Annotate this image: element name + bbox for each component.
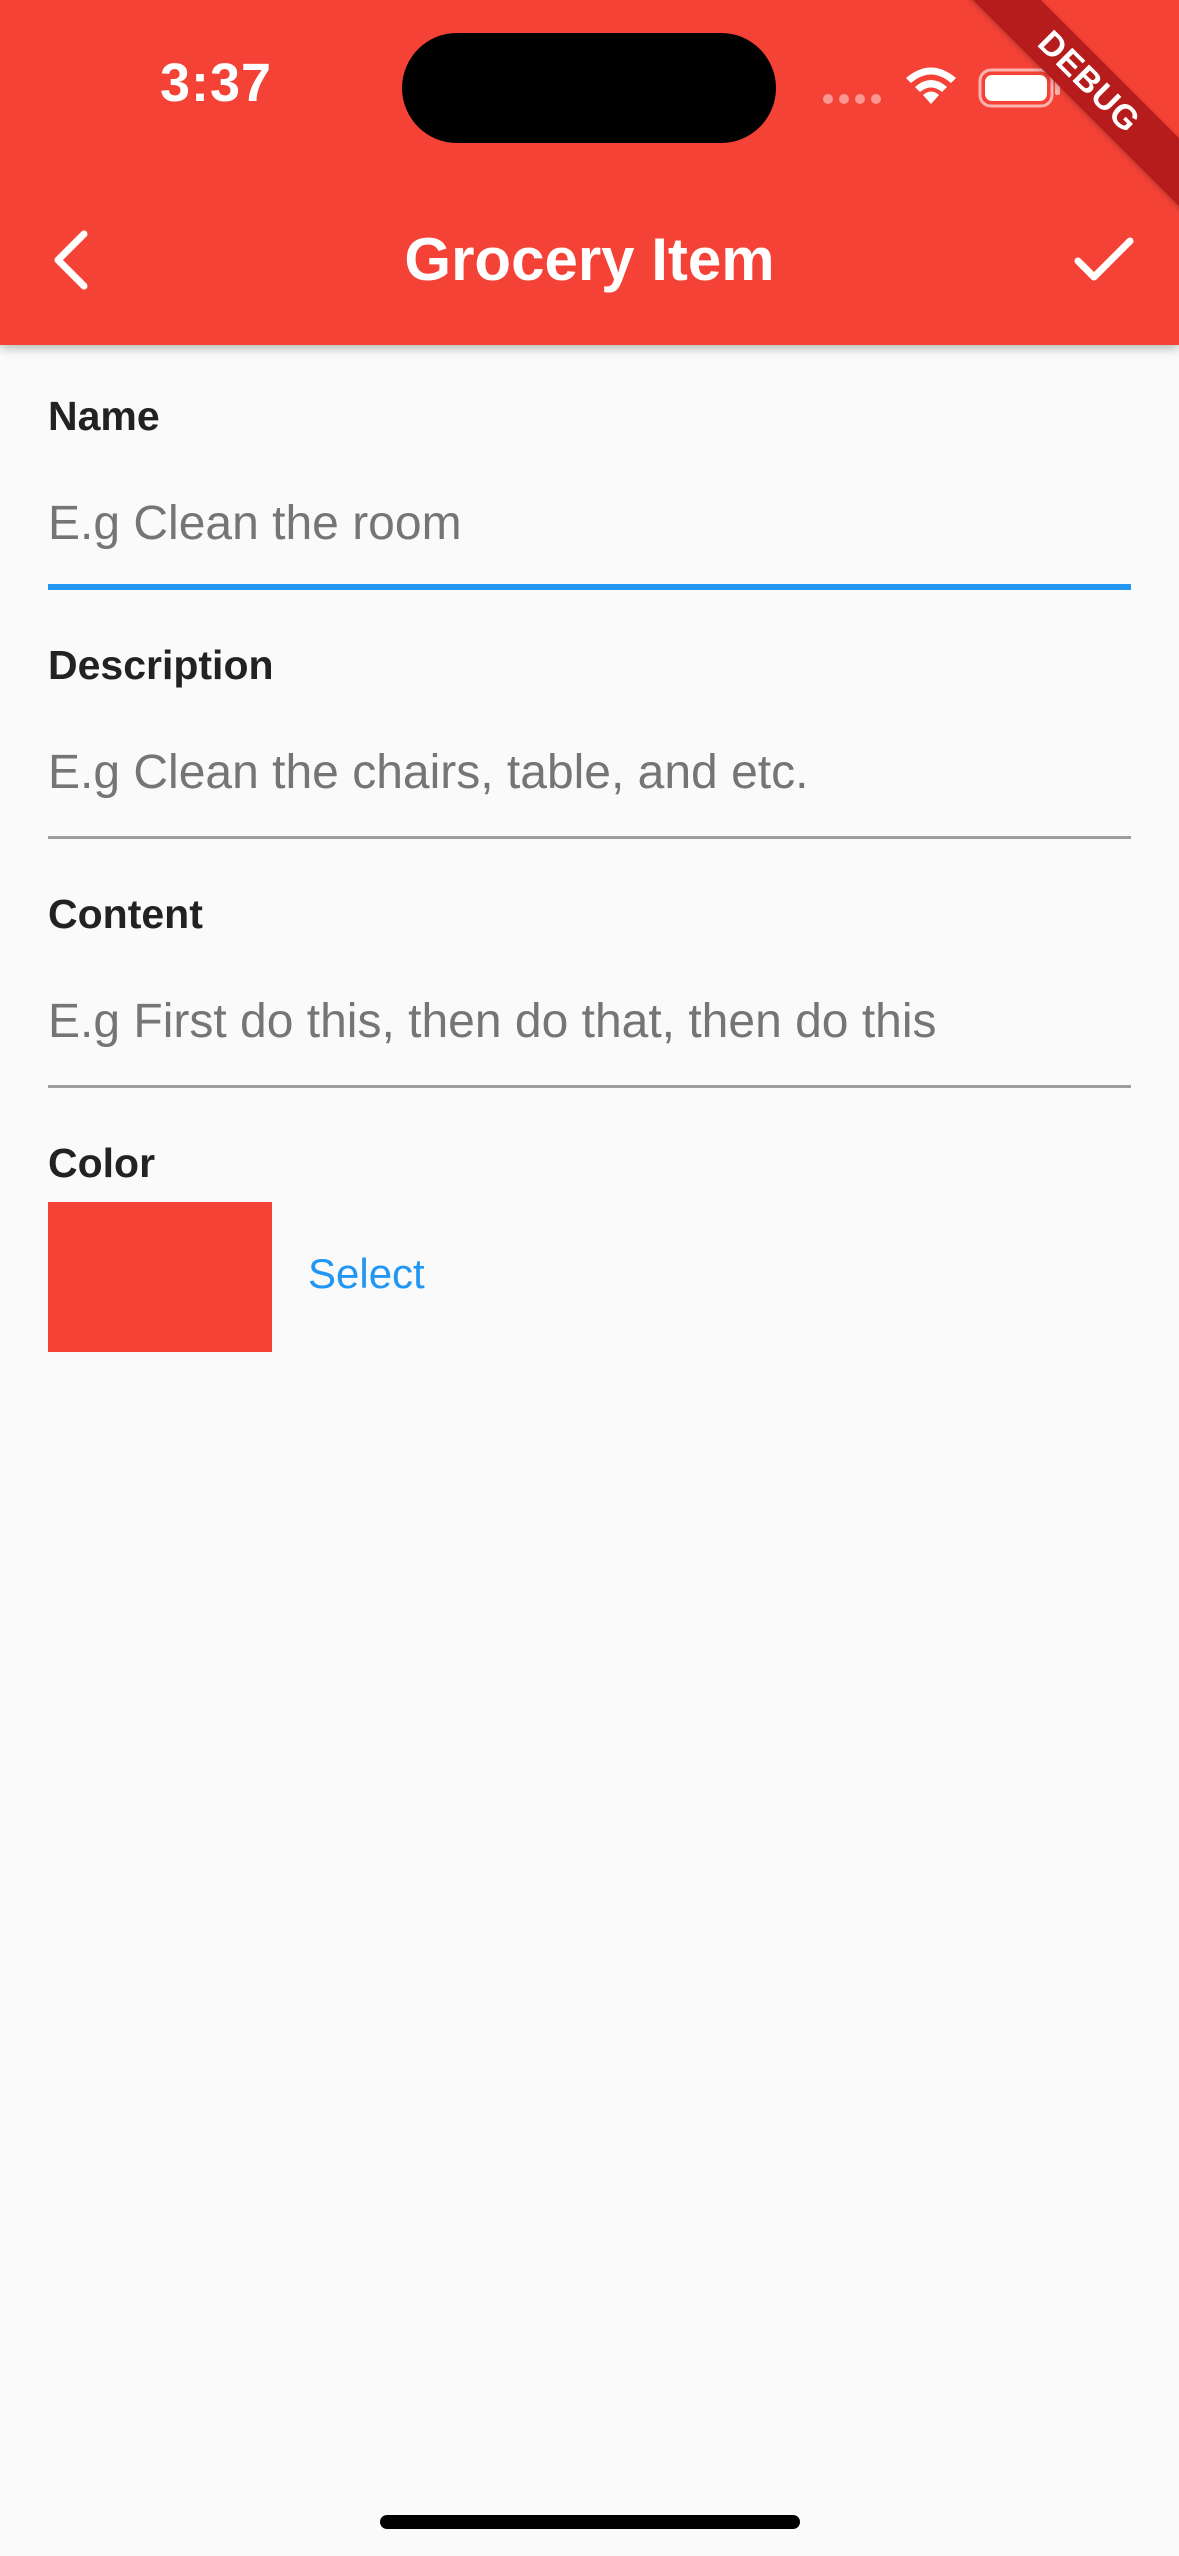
name-input[interactable] <box>48 493 1131 553</box>
select-color-button[interactable]: Select <box>308 1250 425 1298</box>
description-label: Description <box>48 642 274 688</box>
name-label: Name <box>48 393 160 439</box>
app-bar: 3:37 DEBUG Grocery Item <box>0 0 1179 345</box>
description-input[interactable] <box>48 742 1131 802</box>
check-icon <box>1074 237 1134 281</box>
color-label: Color <box>48 1140 156 1186</box>
description-field-group: Description <box>48 642 1131 842</box>
color-field-group: Color Select <box>48 1140 1131 1360</box>
content-input-underline <box>48 1085 1131 1088</box>
content-label: Content <box>48 891 203 937</box>
color-swatch <box>48 1202 272 1352</box>
dynamic-island <box>402 33 776 143</box>
home-indicator <box>380 2515 800 2529</box>
page-title: Grocery Item <box>404 226 775 293</box>
content-input[interactable] <box>48 991 1131 1051</box>
wifi-icon <box>906 67 956 104</box>
name-input-underline <box>48 584 1131 590</box>
status-time: 3:37 <box>160 53 273 113</box>
content-field-group: Content <box>48 891 1131 1091</box>
name-field-group: Name <box>48 393 1131 593</box>
cellular-signal-icon <box>823 94 881 104</box>
save-button[interactable] <box>1059 215 1149 305</box>
description-input-underline <box>48 836 1131 839</box>
